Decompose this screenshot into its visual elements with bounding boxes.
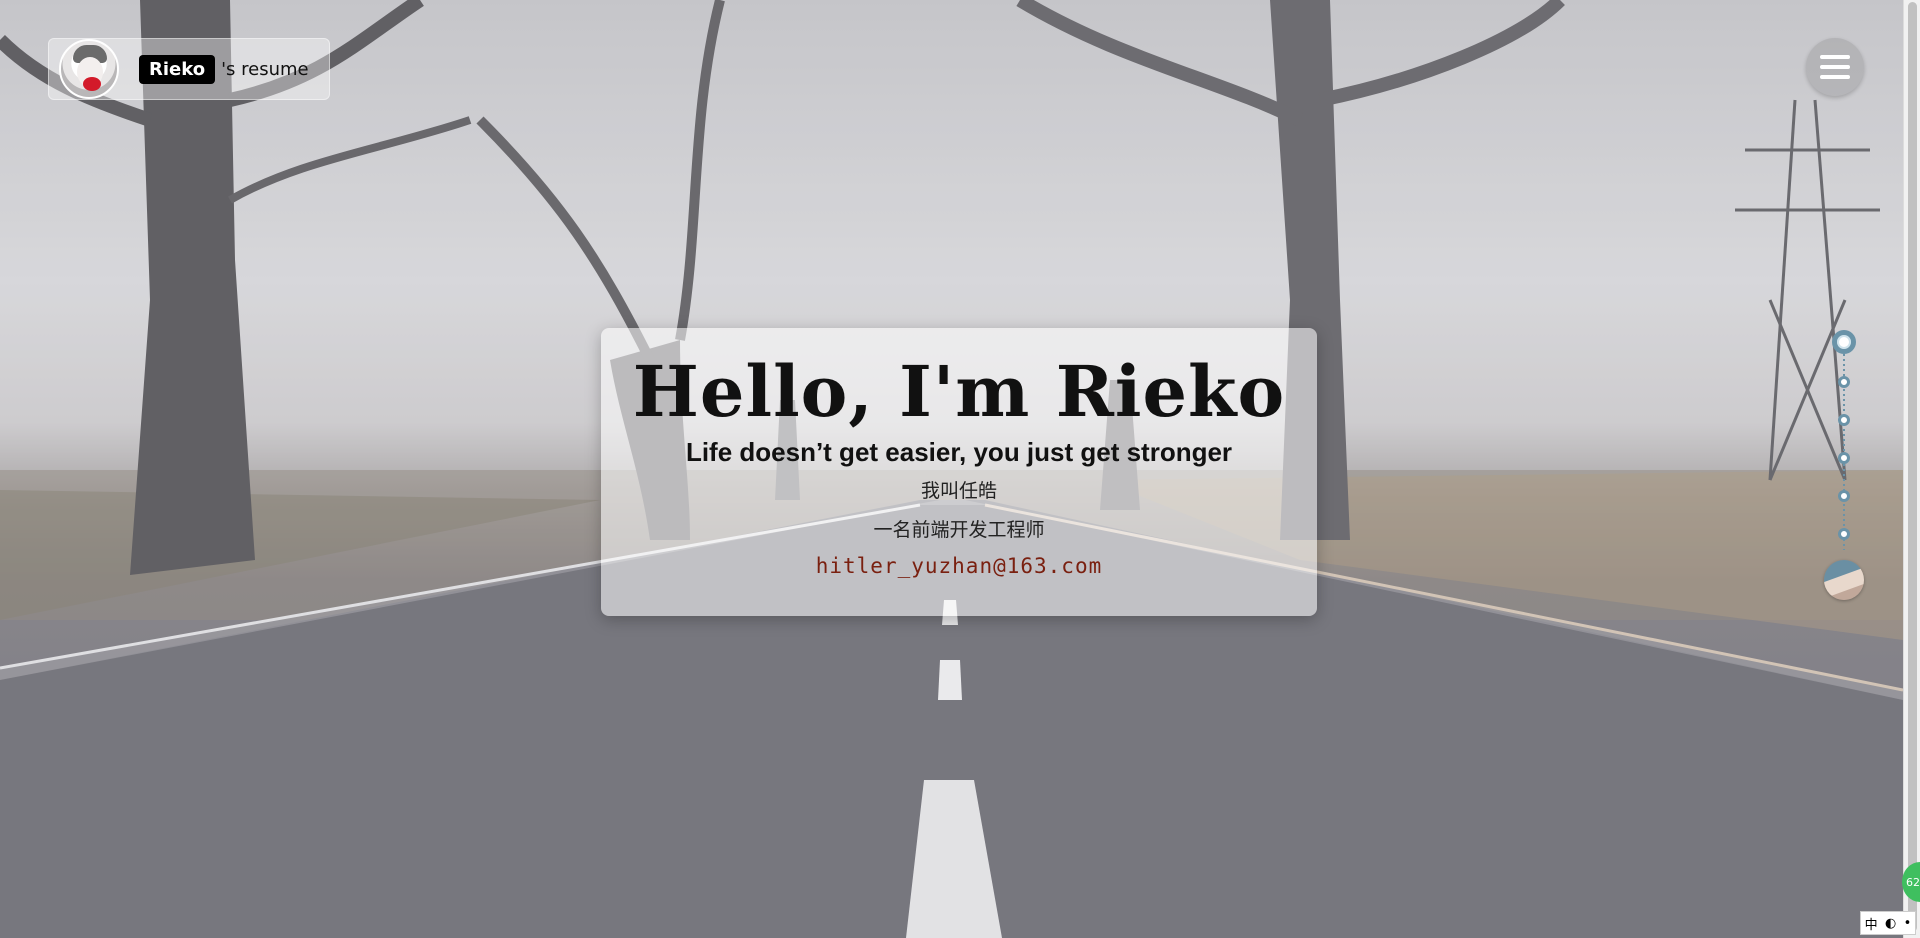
ime-language: 中 — [1864, 917, 1878, 933]
section-nav-dot-1[interactable] — [1832, 330, 1856, 354]
hero-intro-name: 我叫任皓 — [920, 480, 997, 502]
menu-button[interactable] — [1806, 38, 1864, 96]
ime-dot-icon: • — [1903, 915, 1912, 931]
page-scrollbar[interactable] — [1903, 0, 1920, 938]
hero-tagline: Life doesn’t get easier, you just get st… — [685, 437, 1233, 467]
hero-card: Hello, I'm Rieko Life doesn’t get easier… — [601, 328, 1317, 616]
hamburger-icon-bar — [1820, 65, 1850, 69]
brand-suffix: 's resume — [221, 58, 309, 80]
hero-email-link[interactable]: hitler_yuzhan@163.com — [601, 554, 1317, 578]
avatar-flower — [83, 77, 101, 91]
ime-indicator[interactable]: 中 ◐ • — [1860, 911, 1916, 935]
ime-moon-icon: ◐ — [1884, 915, 1897, 931]
brand-name: Rieko — [139, 54, 216, 84]
hamburger-icon-bar — [1820, 55, 1850, 59]
section-nav-dot-6[interactable] — [1838, 528, 1850, 540]
section-nav — [1832, 330, 1856, 590]
section-nav-dot-3[interactable] — [1838, 414, 1850, 426]
section-nav-dot-2[interactable] — [1838, 376, 1850, 388]
hero-title: Hello, I'm Rieko — [632, 350, 1286, 433]
hamburger-icon-bar — [1820, 75, 1850, 79]
avatar — [59, 39, 119, 99]
hero-job-title: 一名前端开发工程师 — [873, 519, 1045, 541]
scrollbar-thumb[interactable] — [1908, 2, 1917, 932]
brand-header[interactable]: Rieko 's resume — [48, 38, 330, 100]
section-nav-dot-5[interactable] — [1838, 490, 1850, 502]
section-nav-line — [1843, 344, 1845, 550]
section-nav-dot-4[interactable] — [1838, 452, 1850, 464]
nav-profile-avatar[interactable] — [1824, 560, 1864, 600]
